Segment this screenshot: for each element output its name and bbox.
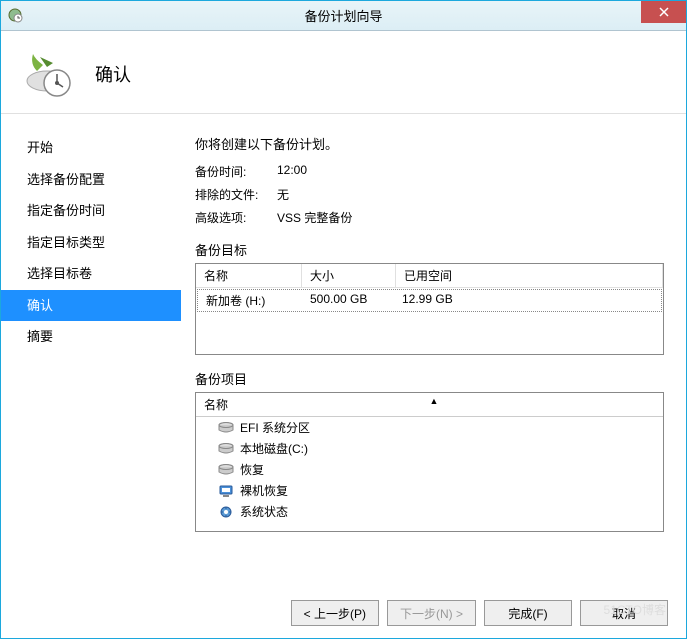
advanced-label: 高级选项: xyxy=(195,209,277,226)
cancel-button[interactable]: 取消 xyxy=(580,600,668,626)
nav-item[interactable]: 选择目标卷 xyxy=(1,258,181,290)
items-header-label: 名称 xyxy=(204,396,228,413)
finish-button[interactable]: 完成(F) xyxy=(484,600,572,626)
gear-icon xyxy=(218,506,234,518)
nav-item[interactable]: 选择备份配置 xyxy=(1,164,181,196)
prev-button[interactable]: < 上一步(P) xyxy=(291,600,379,626)
button-bar: < 上一步(P) 下一步(N) > 完成(F) 取消 xyxy=(291,600,668,626)
col-name[interactable]: 名称 xyxy=(196,264,302,287)
next-button: 下一步(N) > xyxy=(387,600,476,626)
nav-item[interactable]: 指定备份时间 xyxy=(1,195,181,227)
nav-item[interactable]: 摘要 xyxy=(1,321,181,353)
content-pane: 你将创建以下备份计划。 备份时间: 12:00 排除的文件: 无 高级选项: V… xyxy=(181,114,686,604)
wizard-header: 确认 xyxy=(1,31,686,114)
computer-icon xyxy=(218,485,234,497)
target-table: 名称 大小 已用空间 新加卷 (H:)500.00 GB12.99 GB xyxy=(195,263,664,355)
backup-time-row: 备份时间: 12:00 xyxy=(195,163,664,180)
list-item[interactable]: 恢复 xyxy=(196,459,663,480)
window-title: 备份计划向导 xyxy=(304,6,382,25)
intro-text: 你将创建以下备份计划。 xyxy=(195,134,664,153)
exclude-value: 无 xyxy=(277,186,289,203)
nav-item[interactable]: 确认 xyxy=(1,290,181,322)
backup-time-label: 备份时间: xyxy=(195,163,277,180)
target-section-label: 备份目标 xyxy=(195,240,664,259)
items-section-label: 备份项目 xyxy=(195,369,664,388)
item-label: 恢复 xyxy=(240,461,264,478)
advanced-row: 高级选项: VSS 完整备份 xyxy=(195,209,664,226)
item-label: EFI 系统分区 xyxy=(240,419,310,436)
col-size[interactable]: 大小 xyxy=(302,264,396,287)
list-item[interactable]: 系统状态 xyxy=(196,501,663,522)
wizard-icon xyxy=(25,49,75,99)
close-button[interactable] xyxy=(641,1,686,23)
sort-indicator-icon: ▲ xyxy=(430,396,439,406)
list-item[interactable]: 裸机恢复 xyxy=(196,480,663,501)
nav-item[interactable]: 开始 xyxy=(1,132,181,164)
cell-used: 12.99 GB xyxy=(394,290,661,311)
cell-name: 新加卷 (H:) xyxy=(198,290,302,311)
disk-icon xyxy=(218,422,234,434)
exclude-label: 排除的文件: xyxy=(195,186,277,203)
close-icon xyxy=(659,7,669,17)
disk-icon xyxy=(218,443,234,455)
items-header[interactable]: 名称 ▲ xyxy=(196,393,663,417)
titlebar: 备份计划向导 xyxy=(1,1,686,31)
item-label: 本地磁盘(C:) xyxy=(240,440,308,457)
table-row[interactable]: 新加卷 (H:)500.00 GB12.99 GB xyxy=(197,289,662,312)
nav-sidebar: 开始选择备份配置指定备份时间指定目标类型选择目标卷确认摘要 xyxy=(1,114,181,604)
disk-icon xyxy=(218,464,234,476)
item-label: 裸机恢复 xyxy=(240,482,288,499)
list-item[interactable]: 本地磁盘(C:) xyxy=(196,438,663,459)
item-label: 系统状态 xyxy=(240,503,288,520)
nav-item[interactable]: 指定目标类型 xyxy=(1,227,181,259)
page-title: 确认 xyxy=(95,61,131,87)
backup-time-value: 12:00 xyxy=(277,163,307,180)
exclude-row: 排除的文件: 无 xyxy=(195,186,664,203)
advanced-value: VSS 完整备份 xyxy=(277,209,352,226)
list-item[interactable]: EFI 系统分区 xyxy=(196,417,663,438)
app-icon xyxy=(7,7,23,23)
cell-size: 500.00 GB xyxy=(302,290,394,311)
col-used[interactable]: 已用空间 xyxy=(396,264,663,287)
wizard-body: 开始选择备份配置指定备份时间指定目标类型选择目标卷确认摘要 你将创建以下备份计划… xyxy=(1,114,686,604)
target-table-header: 名称 大小 已用空间 xyxy=(196,264,663,288)
items-list: 名称 ▲ EFI 系统分区本地磁盘(C:) 恢复裸机恢复系统状态 xyxy=(195,392,664,532)
